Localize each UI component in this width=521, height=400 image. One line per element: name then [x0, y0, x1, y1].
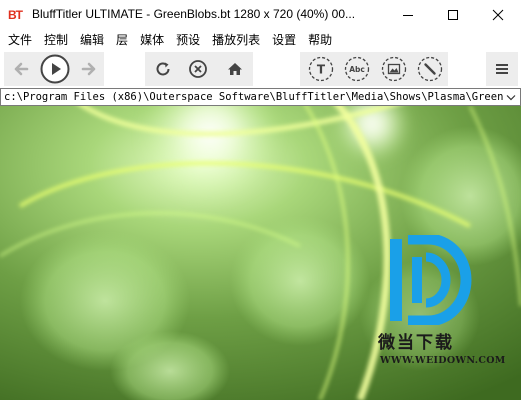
home-icon	[228, 63, 242, 75]
arrow-left-icon	[14, 62, 29, 76]
toolbar: T Abc	[0, 50, 521, 88]
menu-bar: 文件 控制 编辑 层 媒体 预设 播放列表 设置 帮助	[0, 30, 521, 50]
abc-layer-icon: Abc	[344, 56, 370, 82]
add-picture-layer-button[interactable]	[380, 55, 408, 83]
picture-layer-icon	[381, 56, 407, 82]
play-icon	[40, 54, 70, 84]
text-layer-label: T	[317, 63, 326, 77]
menu-help[interactable]: 帮助	[302, 30, 338, 50]
menu-file[interactable]: 文件	[0, 30, 38, 50]
file-path-combobox[interactable]: c:\Program Files (x86)\Outerspace Softwa…	[0, 88, 521, 106]
weidown-logo-icon	[390, 235, 472, 325]
close-icon	[492, 9, 504, 21]
menu-presets[interactable]: 预设	[170, 30, 206, 50]
file-path-value: c:\Program Files (x86)\Outerspace Softwa…	[4, 91, 504, 103]
refresh-button[interactable]	[152, 58, 174, 80]
refresh-icon	[156, 62, 170, 76]
menu-media[interactable]: 媒体	[134, 30, 170, 50]
window-title: BluffTitler ULTIMATE - GreenBlobs.bt 128…	[32, 7, 356, 21]
stop-button[interactable]	[187, 58, 209, 80]
home-button[interactable]	[224, 58, 246, 80]
menu-edit[interactable]: 编辑	[74, 30, 110, 50]
maximize-button[interactable]	[433, 0, 473, 30]
hamburger-menu-icon	[496, 64, 508, 74]
menu-settings[interactable]: 设置	[266, 30, 302, 50]
add-abc-layer-button[interactable]: Abc	[343, 55, 371, 83]
menu-playlist[interactable]: 播放列表	[206, 30, 266, 50]
add-pen-layer-button[interactable]	[416, 55, 444, 83]
next-button[interactable]	[78, 58, 100, 80]
stop-icon	[189, 60, 207, 78]
add-text-layer-button[interactable]: T	[307, 55, 335, 83]
minimize-button[interactable]	[388, 0, 428, 30]
pen-layer-icon	[417, 56, 443, 82]
close-button[interactable]	[478, 0, 518, 30]
chevron-down-icon	[506, 95, 516, 101]
text-layer-icon: T	[308, 56, 334, 82]
minimize-icon	[403, 15, 413, 16]
previous-button[interactable]	[10, 58, 32, 80]
title-bar: BT BluffTitler ULTIMATE - GreenBlobs.bt …	[0, 0, 521, 30]
path-dropdown-button[interactable]	[504, 91, 518, 104]
arrow-right-icon	[81, 62, 96, 76]
play-button[interactable]	[39, 53, 71, 85]
menu-control[interactable]: 控制	[38, 30, 74, 50]
watermark-name: 微当下载	[378, 333, 454, 353]
menu-layer[interactable]: 层	[110, 30, 134, 50]
preview-viewport[interactable]: 微当下载 WWW.WEIDOWN.COM	[0, 106, 521, 400]
app-logo: BT	[8, 8, 23, 22]
abc-layer-label: Abc	[349, 65, 365, 74]
watermark-url: WWW.WEIDOWN.COM	[380, 355, 506, 366]
main-menu-button[interactable]	[490, 58, 514, 80]
maximize-icon	[448, 10, 458, 20]
